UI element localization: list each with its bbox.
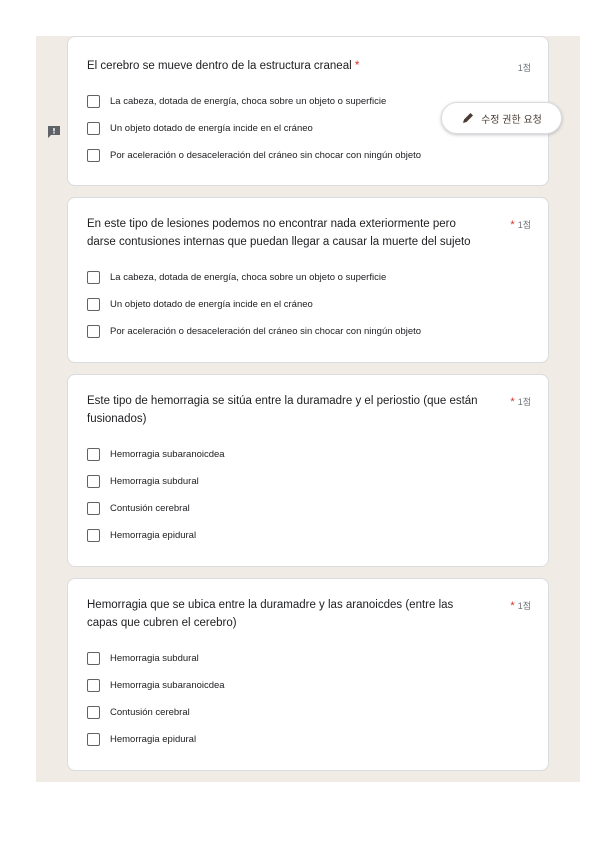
required-marker: *	[510, 600, 515, 612]
checkbox[interactable]	[87, 324, 100, 338]
request-edit-access-label: 수정 권한 요청	[481, 114, 542, 126]
checkbox[interactable]	[87, 297, 100, 311]
option-checkbox[interactable]: Contusión cerebral	[87, 500, 190, 516]
option-label: Hemorragia subaranoicdea	[110, 448, 225, 460]
checkbox[interactable]	[87, 148, 100, 162]
option-label: Un objeto dotado de energía incide en el…	[110, 298, 313, 310]
question-points: * 1점	[510, 219, 531, 231]
option-checkbox[interactable]: Contusión cerebral	[87, 704, 190, 720]
feedback-icon[interactable]	[46, 124, 62, 140]
checkbox[interactable]	[87, 528, 100, 542]
checkbox[interactable]	[87, 474, 100, 488]
question-points: * 1점	[510, 600, 531, 612]
checkbox[interactable]	[87, 651, 100, 665]
checkbox[interactable]	[87, 732, 100, 746]
option-checkbox[interactable]: Hemorragia subdural	[87, 473, 199, 489]
option-label: Contusión cerebral	[110, 502, 190, 514]
option-label: Por aceleración o desaceleración del crá…	[110, 149, 422, 161]
option-checkbox[interactable]: Un objeto dotado de energía incide en el…	[87, 296, 313, 312]
checkbox[interactable]	[87, 94, 100, 108]
option-label: Por aceleración o desaceleración del crá…	[110, 325, 422, 337]
checkbox[interactable]	[87, 678, 100, 692]
option-checkbox[interactable]: Hemorragia subaranoicdea	[87, 446, 225, 462]
option-checkbox[interactable]: Un objeto dotado de energía incide en el…	[87, 120, 313, 136]
option-label: La cabeza, dotada de energía, choca sobr…	[110, 271, 387, 283]
question-card-2: En este tipo de lesiones podemos no enco…	[67, 197, 549, 363]
option-label: Hemorragia epidural	[110, 733, 197, 745]
option-label: Hemorragia subdural	[110, 475, 199, 487]
question-points: * 1점	[510, 396, 531, 408]
option-label: Un objeto dotado de energía incide en el…	[110, 122, 313, 134]
question-title: El cerebro se mueve dentro de la estruct…	[87, 60, 360, 72]
question-card-4: Hemorragia que se ubica entre la duramad…	[67, 578, 549, 771]
required-marker: *	[510, 219, 515, 231]
question-title: Hemorragia que se ubica entre la duramad…	[87, 599, 454, 629]
option-checkbox[interactable]: Hemorragia epidural	[87, 731, 196, 747]
question-title: Este tipo de hemorragia se sitúa entre l…	[87, 395, 478, 425]
checkbox[interactable]	[87, 705, 100, 719]
question-points: 1점	[517, 63, 531, 73]
checkbox[interactable]	[87, 270, 100, 284]
checkbox[interactable]	[87, 447, 100, 461]
option-checkbox[interactable]: Por aceleración o desaceleración del crá…	[87, 323, 421, 339]
option-checkbox[interactable]: Hemorragia epidural	[87, 527, 196, 543]
required-marker: *	[510, 396, 515, 408]
required-marker: *	[354, 60, 360, 72]
option-checkbox[interactable]: Hemorragia subaranoicdea	[87, 677, 225, 693]
option-checkbox[interactable]: La cabeza, dotada de energía, choca sobr…	[87, 269, 386, 285]
checkbox[interactable]	[87, 121, 100, 135]
checkbox[interactable]	[87, 501, 100, 515]
option-checkbox[interactable]: Por aceleración o desaceleración del crá…	[87, 147, 421, 163]
pencil-icon	[463, 113, 474, 123]
option-label: Hemorragia subaranoicdea	[110, 679, 225, 691]
option-label: Hemorragia epidural	[110, 529, 197, 541]
question-title: En este tipo de lesiones podemos no enco…	[87, 218, 471, 248]
question-card-3: Este tipo de hemorragia se sitúa entre l…	[67, 374, 549, 567]
request-edit-access-button[interactable]: 수정 권한 요청	[441, 102, 562, 134]
option-label: Contusión cerebral	[110, 706, 190, 718]
option-checkbox[interactable]: Hemorragia subdural	[87, 650, 199, 666]
option-label: Hemorragia subdural	[110, 652, 199, 664]
option-checkbox[interactable]: La cabeza, dotada de energía, choca sobr…	[87, 93, 386, 109]
option-label: La cabeza, dotada de energía, choca sobr…	[110, 95, 387, 107]
